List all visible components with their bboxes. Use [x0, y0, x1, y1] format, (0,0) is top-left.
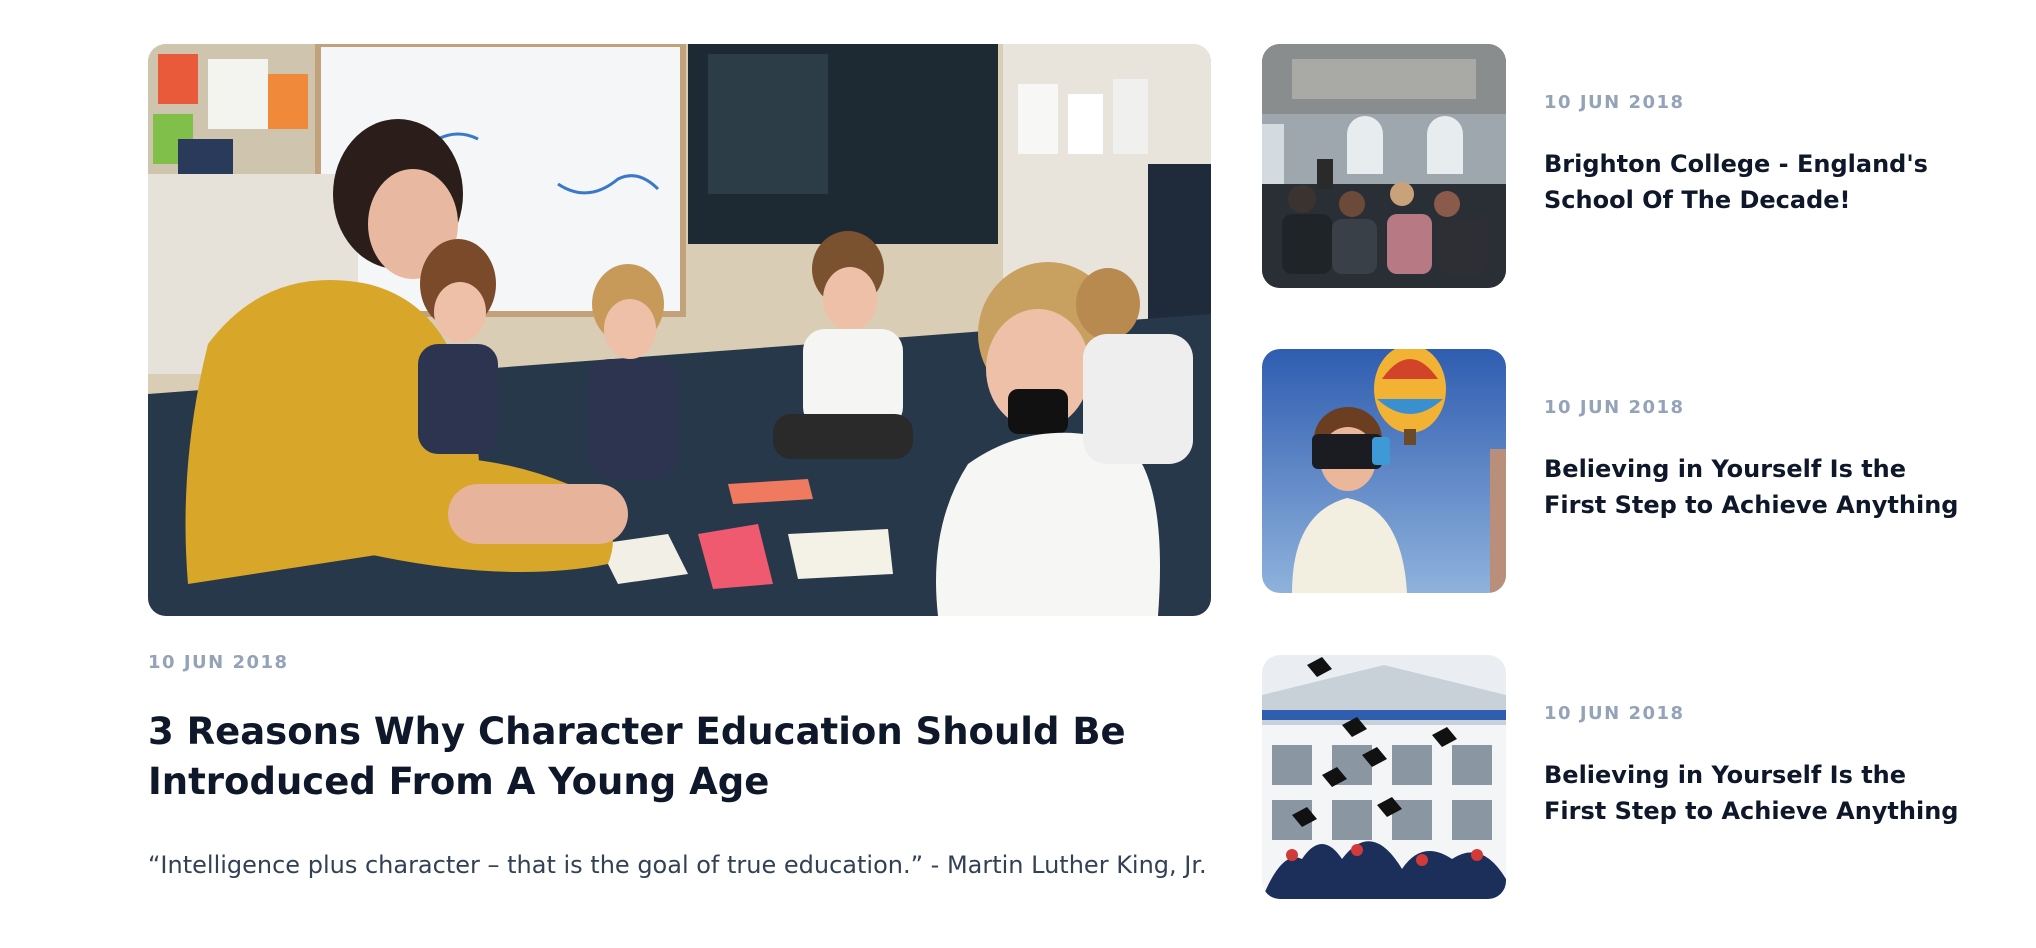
- side-post-2-image[interactable]: [1262, 349, 1506, 593]
- featured-article-image[interactable]: [148, 44, 1211, 616]
- side-post-1-text: 10 JUN 2018 Brighton College - England's…: [1544, 92, 1964, 218]
- side-post-3-image[interactable]: [1262, 655, 1506, 899]
- side-post-1-title[interactable]: Brighton College - England's School Of T…: [1544, 146, 1964, 218]
- side-post-3-title[interactable]: Believing in Yourself Is the First Step …: [1544, 757, 1964, 829]
- side-post-1-date: 10 JUN 2018: [1544, 92, 1685, 113]
- side-post-3-text: 10 JUN 2018 Believing in Yourself Is the…: [1544, 703, 1964, 829]
- featured-article[interactable]: 10 JUN 2018 3 Reasons Why Character Educ…: [148, 44, 1211, 884]
- side-post-1[interactable]: 10 JUN 2018 Brighton College - England's…: [1262, 44, 1962, 288]
- side-post-2-title[interactable]: Believing in Yourself Is the First Step …: [1544, 451, 1964, 523]
- featured-article-date: 10 JUN 2018: [148, 652, 289, 673]
- side-post-3[interactable]: 10 JUN 2018 Believing in Yourself Is the…: [1262, 655, 1962, 899]
- side-post-2-date: 10 JUN 2018: [1544, 397, 1685, 418]
- side-post-3-date: 10 JUN 2018: [1544, 703, 1685, 724]
- side-post-1-image[interactable]: [1262, 44, 1506, 288]
- featured-article-excerpt: “Intelligence plus character – that is t…: [148, 851, 1207, 879]
- side-post-2[interactable]: 10 JUN 2018 Believing in Yourself Is the…: [1262, 349, 1962, 593]
- side-post-2-text: 10 JUN 2018 Believing in Yourself Is the…: [1544, 397, 1964, 523]
- featured-article-title[interactable]: 3 Reasons Why Character Education Should…: [148, 707, 1148, 807]
